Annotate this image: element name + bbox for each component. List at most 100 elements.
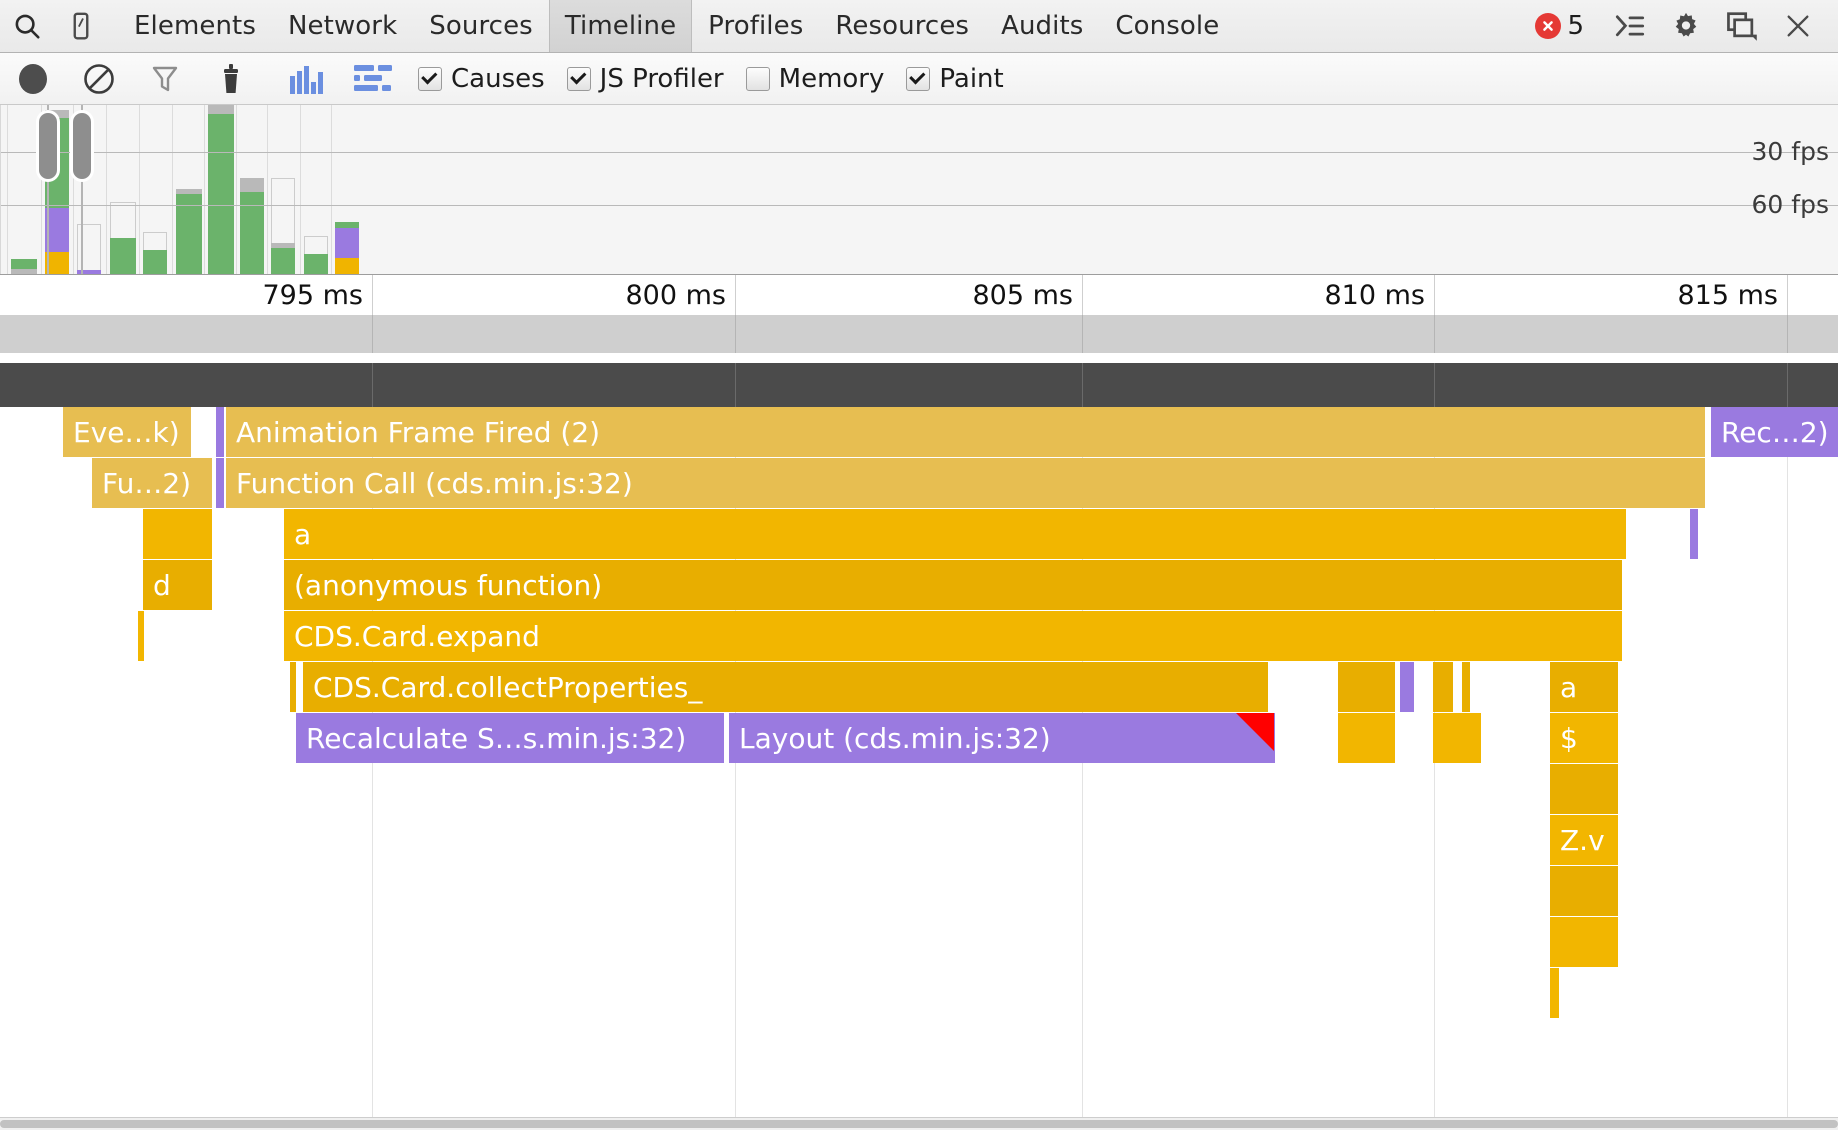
settings-gear-icon[interactable] [1658,0,1714,52]
flame-bar[interactable] [1690,509,1698,559]
flame-bar-label: Function Call (cds.min.js:32) [226,467,633,500]
scrollbar-thumb[interactable] [0,1120,1838,1128]
overview-bar [335,222,359,274]
flame-bar-label: Fu…2) [92,467,191,500]
flame-chart[interactable]: Eve…k) Animation Frame Fired (2)Rec…2) Fu…… [0,363,1838,1118]
overview-bar-segment-scripting [335,222,359,228]
tab-console[interactable]: Console [1099,0,1235,52]
flame-bar[interactable] [143,509,212,559]
overview-divider [267,105,268,274]
devtools-window: Elements Network Sources Timeline Profil… [0,0,1838,1130]
overview-divider [7,105,8,274]
overview-bar [240,178,264,274]
flame-bar[interactable] [1550,968,1559,1018]
tab-profiles[interactable]: Profiles [692,0,819,52]
flame-bar[interactable] [1462,662,1470,712]
flame-bar[interactable] [1550,917,1618,967]
garbage-collect-button[interactable] [198,53,264,104]
checkbox-box [567,67,591,91]
flame-bar[interactable] [290,662,296,712]
flame-bar[interactable] [1338,662,1395,712]
fps-label-30: 30 fps [1752,137,1829,166]
flame-bar[interactable]: (anonymous function) [284,560,1622,610]
flame-bar[interactable]: CDS.Card.expand [284,611,1622,661]
horizontal-scrollbar[interactable] [0,1117,1838,1130]
overview-bar [11,259,37,274]
flame-bar[interactable] [216,407,224,457]
tab-timeline[interactable]: Timeline [549,0,692,52]
flame-bar[interactable] [1400,662,1414,712]
flame-bar[interactable] [216,458,224,508]
filter-button[interactable] [132,53,198,104]
overview-bar-segment-scripting [304,254,328,274]
tab-label: Network [288,11,397,41]
close-icon[interactable] [1770,0,1826,52]
flame-bar-label: Eve…k) [63,416,180,449]
flame-bar[interactable]: Rec…2) [1711,407,1838,457]
tab-network[interactable]: Network [272,0,413,52]
error-count-badge[interactable]: 5 [1535,11,1584,41]
overview-bar-segment-other [176,189,202,194]
flame-bar[interactable] [1433,662,1453,712]
checkbox-memory[interactable]: Memory [746,64,885,94]
overview-bar-segment-painting [335,258,359,274]
flame-bar-label: a [284,518,311,551]
flame-bar[interactable] [1338,713,1395,763]
clear-button[interactable] [66,53,132,104]
checkbox-label: Causes [451,64,545,94]
long-task-warning-icon[interactable] [1236,713,1274,751]
overview-bar [271,243,295,274]
flame-bar[interactable]: CDS.Card.collectProperties_ [303,662,1268,712]
flame-bar[interactable]: Eve…k) [63,407,191,457]
flame-bar[interactable] [138,611,144,661]
dock-side-icon[interactable] [1714,0,1770,52]
flame-bar-label: Rec…2) [1711,416,1829,449]
record-button[interactable] [0,53,66,104]
checkbox-box [418,67,442,91]
flame-bar-label: (anonymous function) [284,569,602,602]
flame-bar[interactable]: Function Call (cds.min.js:32) [226,458,1705,508]
tab-elements[interactable]: Elements [118,0,272,52]
device-toolbar-icon[interactable] [54,0,108,52]
tab-label: Elements [134,11,256,41]
overview-selection-handle-left[interactable] [39,113,57,179]
ruler-tick-label: 800 ms [626,280,736,311]
tab-audits[interactable]: Audits [985,0,1099,52]
panel-tab-bar: Elements Network Sources Timeline Profil… [0,0,1838,53]
flame-bar[interactable]: Animation Frame Fired (2) [226,407,1705,457]
flame-bar[interactable]: d [143,560,212,610]
checkbox-paint[interactable]: Paint [906,64,1003,94]
flame-bar[interactable]: $ [1550,713,1618,763]
flame-bar[interactable]: Z.v [1550,815,1618,865]
console-drawer-icon[interactable] [1602,0,1658,52]
checkbox-causes[interactable]: Causes [418,64,545,94]
checkbox-js-profiler[interactable]: JS Profiler [567,64,724,94]
flame-bar[interactable]: Recalculate S…s.min.js:32) [296,713,724,763]
tab-resources[interactable]: Resources [819,0,985,52]
flame-bar[interactable]: a [1550,662,1618,712]
checkbox-label: Memory [779,64,885,94]
overview-bar-segment-other [240,178,264,192]
overview-selection-handle-right[interactable] [73,113,91,179]
timeline-frames-band[interactable] [0,315,1838,354]
flame-header-divider [1434,363,1435,407]
tab-sources[interactable]: Sources [413,0,549,52]
timeline-overview[interactable]: 30 fps 60 fps [0,105,1838,274]
overview-bar-segment-scripting [143,250,167,274]
flame-bar[interactable] [1433,713,1481,763]
overview-divider [139,105,140,274]
flame-bar[interactable] [1550,764,1618,814]
frames-band-divider [372,315,373,353]
search-icon[interactable] [0,0,54,52]
view-bars-button[interactable] [274,53,340,104]
flame-bar[interactable] [1550,866,1618,916]
overview-bar-segment-scripting [110,238,136,274]
checkbox-label: JS Profiler [600,64,724,94]
tab-label: Resources [835,11,969,41]
flame-bar-label: a [1550,671,1577,704]
flame-bar[interactable]: Fu…2) [92,458,212,508]
flame-bar-label: d [143,569,171,602]
view-flamechart-button[interactable] [340,53,406,104]
flame-bar[interactable]: a [284,509,1626,559]
flame-bar[interactable]: Layout (cds.min.js:32) [729,713,1275,763]
